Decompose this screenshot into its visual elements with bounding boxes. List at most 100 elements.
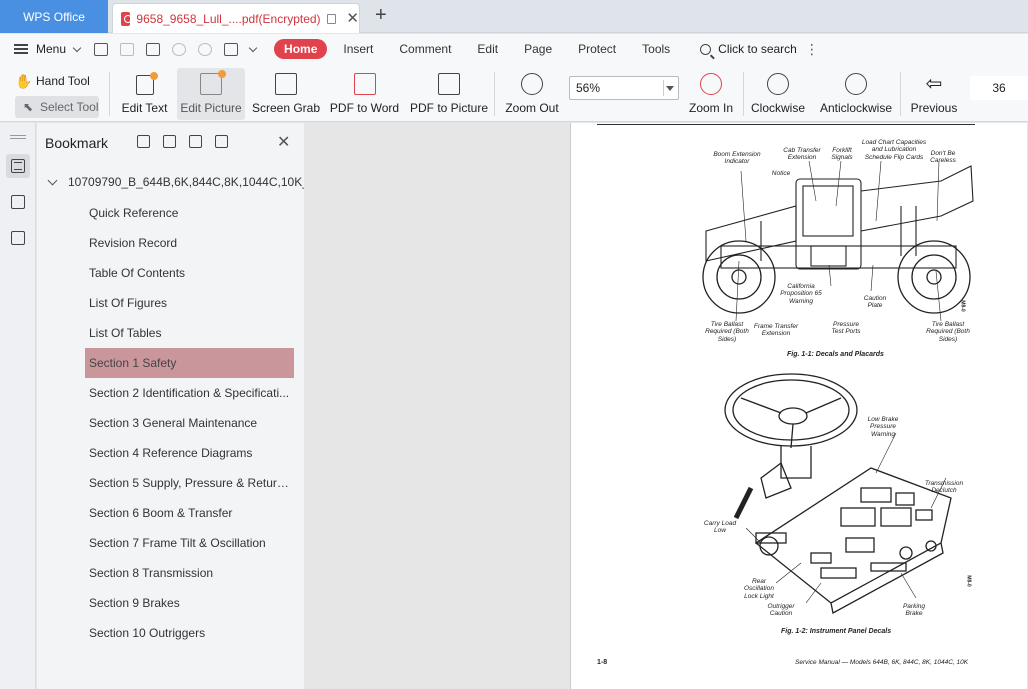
search-icon xyxy=(700,43,712,55)
thumbnail-panel-button[interactable] xyxy=(6,190,30,214)
select-tool-label: Select Tool xyxy=(40,100,99,114)
collapse-all-icon[interactable] xyxy=(163,135,176,148)
redo-icon[interactable] xyxy=(198,42,213,56)
menu-comment[interactable]: Comment xyxy=(399,42,451,56)
rotate-anticlockwise-button[interactable]: Anticlockwise xyxy=(816,68,896,120)
bookmark-list-icon xyxy=(11,159,25,173)
rotate-anticlockwise-icon xyxy=(845,73,867,95)
bookmark-item-section-4[interactable]: Section 4 Reference Diagrams xyxy=(85,438,294,468)
pdf-to-word-icon xyxy=(353,73,376,95)
main-menu-button[interactable]: Menu xyxy=(14,42,82,56)
document-tab-title: 9658_9658_Lull_....pdf(Encrypted) xyxy=(136,11,321,26)
bookmark-item-list-of-figures[interactable]: List Of Figures xyxy=(85,288,294,318)
title-bar: WPS Office 9658_9658_Lull_....pdf(Encryp… xyxy=(0,0,1028,33)
zoom-level-value: 56% xyxy=(576,81,601,95)
callout-boom-extension: Boom Extension Indicator xyxy=(713,151,761,166)
rotate-clockwise-button[interactable]: Clockwise xyxy=(749,68,807,120)
bookmark-settings-icon[interactable] xyxy=(215,135,228,148)
menu-home[interactable]: Home xyxy=(274,39,328,59)
select-tool-button[interactable]: ⬉ Select Tool xyxy=(15,96,99,118)
bookmark-panel-button[interactable] xyxy=(6,154,30,178)
menu-protect[interactable]: Protect xyxy=(578,42,616,56)
save-icon[interactable] xyxy=(120,42,135,56)
search-label: Click to search xyxy=(718,42,797,56)
pdf-to-word-button[interactable]: PDF to Word xyxy=(327,68,402,120)
menu-insert[interactable]: Insert xyxy=(343,42,373,56)
extract-icon xyxy=(11,231,25,245)
document-viewport[interactable]: Boom Extension Indicator Cab Transfer Ex… xyxy=(304,123,1028,689)
callout-parking-brake: Parking Brake xyxy=(902,603,926,618)
figure-code: M8-0 xyxy=(959,300,966,312)
bookmark-item-section-5[interactable]: Section 5 Supply, Pressure & Return ... xyxy=(85,468,294,498)
close-tab-icon[interactable]: ✕ xyxy=(346,11,359,26)
bookmark-item-section-8[interactable]: Section 8 Transmission xyxy=(85,558,294,588)
zoom-level-select[interactable]: 56% xyxy=(569,76,679,100)
menu-bar: Menu Home Insert Comment Edit Page Prote… xyxy=(0,34,1028,64)
bookmark-panel: Bookmark ✕ 10709790_B_644B,6K,844C,8K,10… xyxy=(37,123,319,689)
picture-icon xyxy=(11,195,25,209)
panel-grip-icon[interactable] xyxy=(10,135,26,139)
menu-page[interactable]: Page xyxy=(524,42,552,56)
pdf-to-picture-icon xyxy=(438,73,460,95)
callout-tire-ballast-right: Tire Ballast Required (Both Sides) xyxy=(926,321,970,343)
app-tab[interactable]: WPS Office xyxy=(0,0,108,33)
pdf-to-picture-label: PDF to Picture xyxy=(409,101,489,115)
zoom-select-divider xyxy=(663,80,664,96)
window-restore-icon[interactable] xyxy=(326,13,337,24)
bookmark-item-section-9[interactable]: Section 9 Brakes xyxy=(85,588,294,618)
bookmark-item-section-6[interactable]: Section 6 Boom & Transfer xyxy=(85,498,294,528)
extract-panel-button[interactable] xyxy=(6,226,30,250)
add-bookmark-icon[interactable] xyxy=(189,135,202,148)
cursor-icon: ⬉ xyxy=(22,100,34,114)
zoom-out-label: Zoom Out xyxy=(505,101,559,115)
bookmark-actions xyxy=(137,135,228,148)
figure-1-1-caption: Fig. 1-1: Decals and Placards xyxy=(787,351,884,358)
bookmark-item-section-1[interactable]: Section 1 Safety xyxy=(85,348,294,378)
screen-grab-button[interactable]: Screen Grab xyxy=(251,68,321,120)
bookmark-title: Bookmark xyxy=(45,135,109,151)
bookmark-item-section-7[interactable]: Section 7 Frame Tilt & Oscillation xyxy=(85,528,294,558)
bookmark-item-table-of-contents[interactable]: Table Of Contents xyxy=(85,258,294,288)
zoom-out-button[interactable]: Zoom Out xyxy=(501,68,563,120)
page-number-input[interactable]: 36 xyxy=(970,76,1028,100)
dropdown-arrow-icon xyxy=(666,86,674,91)
expand-all-icon[interactable] xyxy=(137,135,150,148)
document-tab[interactable]: 9658_9658_Lull_....pdf(Encrypted) ✕ xyxy=(112,3,360,33)
figure-code: M8-0 xyxy=(965,575,972,587)
toolbar-separator xyxy=(743,72,744,116)
customize-chevron-icon[interactable] xyxy=(248,43,258,52)
search-button[interactable]: Click to search ⋮ xyxy=(700,41,819,58)
bookmark-root[interactable]: 10709790_B_644B,6K,844C,8K,1044C,10K_... xyxy=(47,175,319,189)
zoom-in-button[interactable]: Zoom In xyxy=(685,68,737,120)
edit-text-button[interactable]: Edit Text xyxy=(116,68,173,120)
bookmark-item-section-10[interactable]: Section 10 Outriggers xyxy=(85,618,294,648)
callout-tire-ballast-left: Tire Ballast Required (Both Sides) xyxy=(705,321,749,343)
hand-tool-button[interactable]: ✋ Hand Tool xyxy=(15,73,90,89)
more-options-icon[interactable]: ⋮ xyxy=(805,41,819,58)
export-icon[interactable] xyxy=(224,42,239,56)
anticlockwise-label: Anticlockwise xyxy=(819,101,893,115)
pdf-page: Boom Extension Indicator Cab Transfer Ex… xyxy=(570,123,1027,689)
edit-picture-icon xyxy=(200,70,226,95)
previous-page-button[interactable]: ⇦ Previous xyxy=(906,68,962,120)
callout-notice: Notice xyxy=(771,170,791,177)
bookmark-item-revision-record[interactable]: Revision Record xyxy=(85,228,294,258)
edit-picture-button[interactable]: Edit Picture xyxy=(177,68,245,120)
quick-access xyxy=(94,42,258,56)
callout-outrigger-caution: Outrigger Caution xyxy=(767,603,795,618)
print-icon[interactable] xyxy=(146,42,161,56)
pdf-to-picture-button[interactable]: PDF to Picture xyxy=(409,68,489,120)
open-folder-icon[interactable] xyxy=(94,42,109,56)
menu-tools[interactable]: Tools xyxy=(642,42,670,56)
bookmark-item-quick-reference[interactable]: Quick Reference xyxy=(85,198,294,228)
bookmark-item-section-2[interactable]: Section 2 Identification & Specificati..… xyxy=(85,378,294,408)
undo-icon[interactable] xyxy=(172,42,187,56)
telehandler-illustration xyxy=(702,161,974,321)
bookmark-item-section-3[interactable]: Section 3 General Maintenance xyxy=(85,408,294,438)
close-panel-icon[interactable]: ✕ xyxy=(277,132,290,152)
bookmark-item-list-of-tables[interactable]: List Of Tables xyxy=(85,318,294,348)
new-tab-button[interactable]: + xyxy=(375,5,387,25)
bookmark-root-label: 10709790_B_644B,6K,844C,8K,1044C,10K_... xyxy=(68,175,319,189)
menu-edit[interactable]: Edit xyxy=(477,42,498,56)
chevron-down-icon[interactable] xyxy=(47,175,58,185)
